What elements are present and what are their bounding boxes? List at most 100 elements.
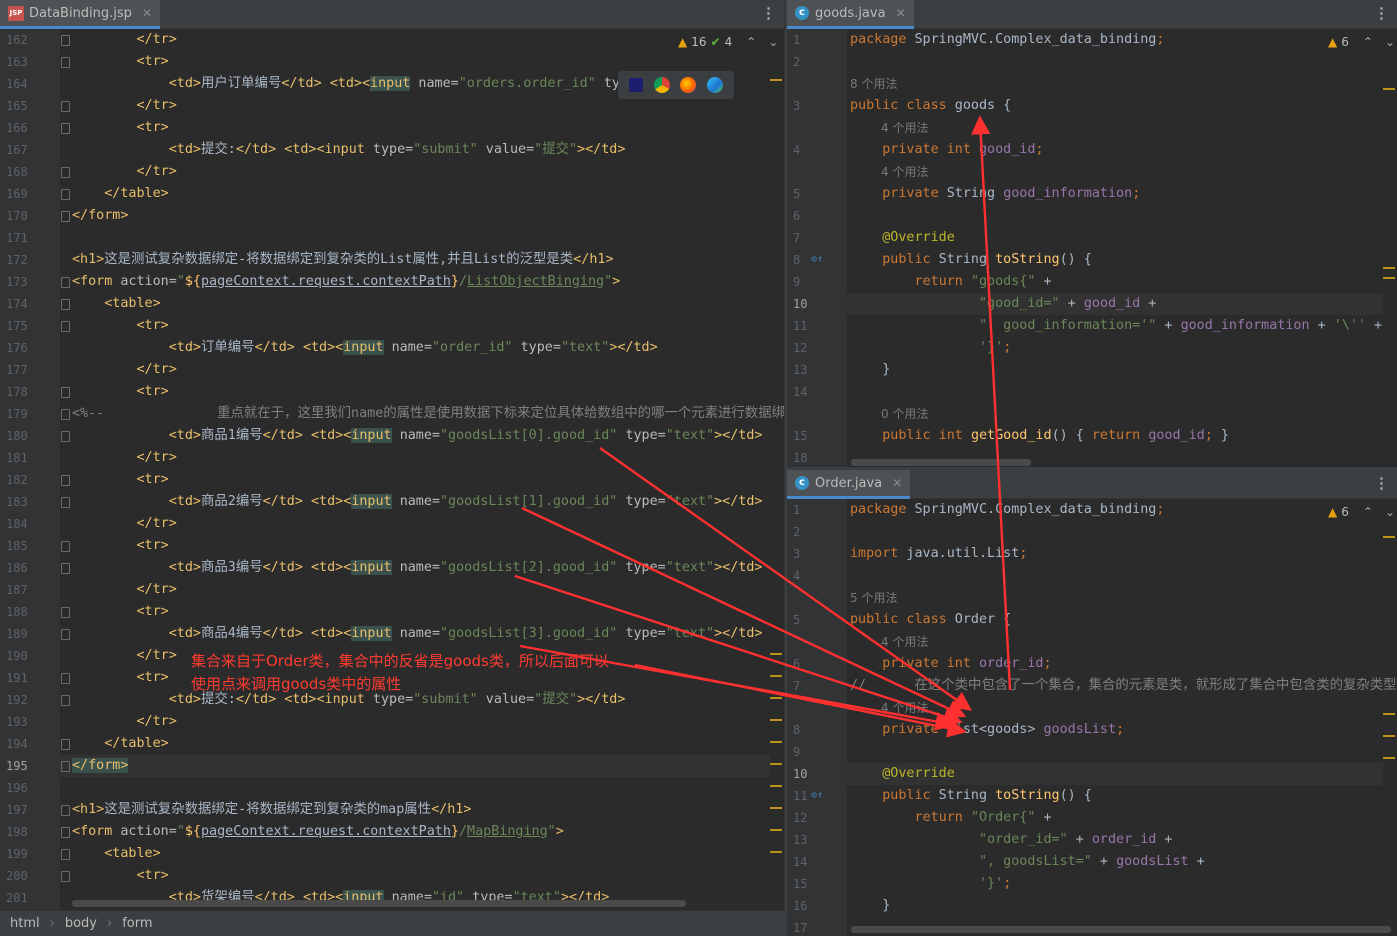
code-line[interactable]: <tr>	[72, 601, 169, 623]
error-stripe-mark[interactable]	[1383, 536, 1395, 538]
code-line[interactable]: <form action="${pageContext.request.cont…	[72, 821, 564, 843]
fold-marker-icon[interactable]	[61, 761, 70, 772]
fold-marker-icon[interactable]	[61, 607, 70, 618]
horizontal-scrollbar[interactable]	[851, 926, 1391, 933]
chevron-down-icon[interactable]: ⌄	[1385, 35, 1395, 49]
error-stripe-mark[interactable]	[770, 851, 782, 853]
code-line[interactable]: @Override	[850, 763, 955, 785]
usages-hint[interactable]: 4 个用法	[881, 161, 928, 183]
code-line[interactable]: <h1>这是测试复杂数据绑定-将数据绑定到复杂类的map属性</h1>	[72, 799, 471, 821]
fold-marker-icon[interactable]	[61, 189, 70, 200]
error-stripe-mark[interactable]	[770, 785, 782, 787]
code-line[interactable]: <td>提交:</td> <td><input type="submit" va…	[72, 139, 626, 161]
usages-hint[interactable]: 5 个用法	[850, 587, 897, 609]
code-line[interactable]: <h1>这是测试复杂数据绑定-将数据绑定到复杂类的List属性,并且List的泛…	[72, 249, 614, 271]
usages-hint[interactable]: 4 个用法	[881, 697, 928, 719]
left-inspection-widget[interactable]: ▲ 16 ✔ 4 ⌃ ⌄	[678, 35, 778, 49]
fold-marker-icon[interactable]	[61, 35, 70, 46]
code-line[interactable]: </tr>	[72, 711, 177, 733]
fold-marker-icon[interactable]	[61, 101, 70, 112]
code-line[interactable]: '}';	[850, 873, 1011, 895]
error-stripe-mark[interactable]	[770, 719, 782, 721]
code-line[interactable]: }	[850, 895, 890, 917]
left-code-area[interactable]: 162 </tr> 163 <tr> 164 <td>用户订单编号</td> <td…	[0, 29, 784, 910]
chevron-up-icon[interactable]: ⌃	[1363, 35, 1373, 49]
code-line[interactable]: </tr>	[72, 645, 177, 667]
close-icon[interactable]: ✕	[892, 476, 902, 490]
more-options-icon[interactable]: ⋮	[1374, 4, 1389, 22]
chevron-down-icon[interactable]: ⌄	[768, 35, 778, 49]
close-icon[interactable]: ✕	[142, 6, 152, 20]
error-stripe-mark[interactable]	[1383, 88, 1395, 90]
code-line[interactable]: private int good_id;	[850, 139, 1043, 161]
breadcrumb-item-form[interactable]: form	[122, 916, 152, 931]
error-stripe-mark[interactable]	[1383, 713, 1395, 715]
code-line[interactable]: </form>	[72, 205, 128, 227]
fold-marker-icon[interactable]	[61, 167, 70, 178]
fold-marker-icon[interactable]	[61, 409, 70, 420]
code-line[interactable]: <tr>	[72, 117, 169, 139]
code-line[interactable]: <tr>	[72, 315, 169, 337]
code-line[interactable]: </tr>	[72, 447, 177, 469]
fold-marker-icon[interactable]	[61, 321, 70, 332]
chrome-icon[interactable]	[653, 77, 670, 93]
fold-marker-icon[interactable]	[61, 827, 70, 838]
breadcrumb-item-html[interactable]: html	[10, 916, 40, 931]
fold-marker-icon[interactable]	[61, 805, 70, 816]
code-line[interactable]: public class goods {	[850, 95, 1011, 117]
code-line[interactable]: private int order_id;	[850, 653, 1051, 675]
fold-marker-icon[interactable]	[61, 871, 70, 882]
code-line[interactable]: <tr>	[72, 381, 169, 403]
error-stripe-mark[interactable]	[770, 763, 782, 765]
error-stripe-mark[interactable]	[1383, 267, 1395, 269]
code-line[interactable]: package SpringMVC.Complex_data_binding;	[850, 29, 1164, 51]
code-line[interactable]: <table>	[72, 293, 160, 315]
code-line[interactable]: public String toString() {	[850, 249, 1092, 271]
code-line[interactable]: public class Order {	[850, 609, 1011, 631]
error-stripe-mark[interactable]	[770, 79, 782, 81]
error-stripe-mark[interactable]	[770, 829, 782, 831]
code-line[interactable]: <td>订单编号</td> <td><input name="order_id"…	[72, 337, 658, 359]
edge-icon[interactable]	[706, 77, 723, 93]
fold-marker-icon[interactable]	[61, 563, 70, 574]
code-line[interactable]: <form action="${pageContext.request.cont…	[72, 271, 620, 293]
error-stripe-mark[interactable]	[770, 741, 782, 743]
error-stripe-mark[interactable]	[1383, 735, 1395, 737]
usages-hint[interactable]: 4 个用法	[881, 631, 928, 653]
fold-marker-icon[interactable]	[61, 57, 70, 68]
code-line[interactable]: private List<goods> goodsList;	[850, 719, 1124, 741]
code-line[interactable]: </tr>	[72, 29, 177, 51]
code-line[interactable]: <td>商品4编号</td> <td><input name="goodsLis…	[72, 623, 763, 645]
code-line[interactable]: <tr>	[72, 469, 169, 491]
code-line[interactable]: </tr>	[72, 359, 177, 381]
tab-order-java[interactable]: c Order.java ✕	[787, 470, 911, 499]
fold-marker-icon[interactable]	[61, 673, 70, 684]
code-line[interactable]: ", goodsList=" + goodsList +	[850, 851, 1205, 873]
error-stripe-mark[interactable]	[770, 675, 782, 677]
code-line[interactable]: </tr>	[72, 579, 177, 601]
code-line[interactable]: public int getGood_id() { return good_id…	[850, 425, 1229, 447]
usages-hint[interactable]: 8 个用法	[850, 73, 897, 95]
code-line[interactable]: </form>	[72, 755, 129, 777]
code-line[interactable]: <%-- 重点就在于，这里我们name的属性是使用数据下标来定位具体给数组中的哪…	[72, 403, 784, 425]
fold-marker-icon[interactable]	[61, 497, 70, 508]
chevron-down-icon[interactable]: ⌄	[1385, 505, 1395, 519]
code-line[interactable]: import java.util.List;	[850, 543, 1027, 565]
fold-marker-icon[interactable]	[61, 277, 70, 288]
code-line[interactable]: '}';	[850, 337, 1011, 359]
code-line[interactable]: ", good_information='" + good_informatio…	[850, 315, 1382, 337]
fold-marker-icon[interactable]	[61, 211, 70, 222]
code-line[interactable]: return "Order{" +	[850, 807, 1052, 829]
code-line[interactable]: </tr>	[72, 161, 177, 183]
error-stripe-mark[interactable]	[770, 653, 782, 655]
code-line[interactable]: @Override	[850, 227, 955, 249]
error-stripe-mark[interactable]	[770, 697, 782, 699]
fold-marker-icon[interactable]	[61, 431, 70, 442]
override-gutter-icon[interactable]: ⊙↑	[811, 790, 823, 801]
fold-marker-icon[interactable]	[61, 695, 70, 706]
order-inspection-widget[interactable]: ▲ 6 ⌃ ⌄	[1328, 505, 1395, 519]
code-line[interactable]: package SpringMVC.Complex_data_binding;	[850, 499, 1164, 521]
goods-inspection-widget[interactable]: ▲ 6 ⌃ ⌄	[1328, 35, 1395, 49]
tab-databinding-jsp[interactable]: JSP DataBinding.jsp ✕	[0, 0, 160, 29]
code-line[interactable]: <tr>	[72, 865, 169, 887]
